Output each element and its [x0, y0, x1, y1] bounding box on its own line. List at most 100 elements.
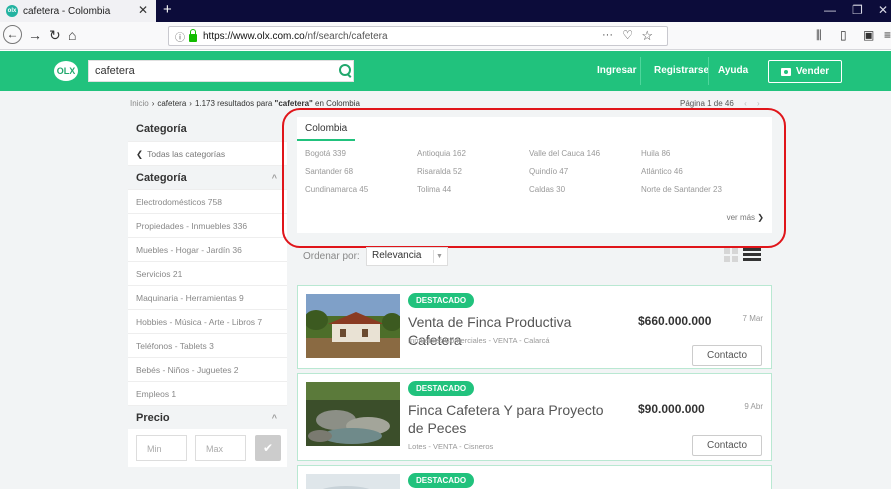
help-link[interactable]: Ayuda	[718, 65, 748, 76]
breadcrumb-arrow-icon: ›	[189, 99, 192, 108]
listing-price: $90.000.000	[638, 402, 705, 416]
sidebar-item-category[interactable]: Muebles - Hogar - Jardín 36	[128, 237, 287, 261]
sort-select[interactable]: Relevancia ▼	[366, 247, 448, 266]
listing-meta: Lotes - VENTA - Cisneros	[408, 442, 494, 451]
check-icon: ✔	[262, 441, 274, 455]
listing-card[interactable]: DESTACADO	[297, 465, 772, 489]
screenshot-icon[interactable]: ▣	[863, 28, 874, 42]
listing-title[interactable]: Finca Cafetera Y para Proyecto de Peces	[408, 401, 618, 437]
home-icon[interactable]: ⌂	[68, 27, 76, 43]
pagination: Página 1 de 46 ‹ ›	[680, 99, 760, 108]
category-heading: Categoría	[128, 117, 287, 141]
sidebar-item-category[interactable]: Empleos 1	[128, 381, 287, 405]
header-divider	[708, 57, 709, 85]
page-actions-icon[interactable]: ···	[602, 29, 613, 41]
sidebar-item-category[interactable]: Electrodomésticos 758	[128, 189, 287, 213]
collapse-caret-icon[interactable]: ^	[272, 413, 277, 423]
sidebar-icon[interactable]: ▯	[840, 28, 847, 42]
listing-date: 9 Abr	[744, 402, 763, 411]
sidebar-item-category[interactable]: Bebés - Niños - Juguetes 2	[128, 357, 287, 381]
max-price-input[interactable]: Max	[195, 435, 246, 461]
contact-button[interactable]: Contacto	[692, 345, 762, 366]
page-indicator: Página 1 de 46	[680, 99, 734, 108]
forward-icon[interactable]: →	[28, 27, 42, 43]
grid-view-icon[interactable]	[724, 248, 738, 262]
url-domain: https://www.olx.com.co	[203, 30, 305, 42]
bookmark-star-icon[interactable]: ☆	[641, 28, 653, 44]
tab-title: cafetera - Colombia	[23, 5, 111, 17]
next-page-icon[interactable]: ›	[757, 99, 760, 108]
url-path: /nf/search/cafetera	[304, 30, 388, 42]
back-icon[interactable]: ←	[3, 25, 22, 44]
listing-photo[interactable]	[306, 294, 400, 358]
pocket-icon[interactable]: ♡	[622, 28, 633, 42]
close-tab-icon[interactable]: ✕	[138, 3, 148, 17]
featured-badge: DESTACADO	[408, 293, 475, 308]
sort-label: Ordenar por:	[303, 251, 360, 262]
chevron-down-icon: ▼	[433, 250, 445, 263]
browser-toolbar: ← → ↻ ⌂ ⓘ https://www.olx.com.co/nf/sear…	[0, 22, 891, 50]
sidebar-item-category[interactable]: Propiedades - Inmuebles 336	[128, 213, 287, 237]
listing-card[interactable]: DESTACADO Finca Cafetera Y para Proyecto…	[297, 373, 772, 461]
listing-photo[interactable]	[306, 382, 400, 446]
url-bar[interactable]: ⓘ https://www.olx.com.co/nf/search/cafet…	[168, 26, 668, 46]
login-link[interactable]: Ingresar	[597, 65, 636, 76]
apply-price-button[interactable]: ✔	[255, 435, 281, 461]
new-tab-icon[interactable]: +	[163, 1, 172, 18]
site-header: OLX cafetera Ingresar Registrarse Ayuda …	[0, 51, 891, 91]
restore-icon[interactable]: ❐	[852, 3, 863, 17]
info-icon[interactable]: ⓘ	[175, 29, 185, 44]
category-filter-heading[interactable]: Categoría ^	[128, 165, 287, 189]
sidebar-item-category[interactable]: Teléfonos - Tablets 3	[128, 333, 287, 357]
price-filter-title: Precio	[136, 412, 170, 424]
sell-button[interactable]: Vender	[768, 60, 842, 83]
collapse-caret-icon[interactable]: ^	[272, 173, 277, 183]
listing-date: 7 Mar	[742, 314, 763, 323]
menu-icon[interactable]: ≡	[884, 28, 891, 42]
contact-button[interactable]: Contacto	[692, 435, 762, 456]
olx-logo[interactable]: OLX	[54, 61, 78, 81]
filters-sidebar: Categoría ❮ Todas las categorías Categorí…	[128, 117, 287, 467]
sidebar-item-category[interactable]: Maquinaria - Herramientas 9	[128, 285, 287, 309]
listing-card[interactable]: DESTACADO Venta de Finca Productiva Cafe…	[297, 285, 772, 369]
listing-photo[interactable]	[306, 474, 400, 489]
register-link[interactable]: Registrarse	[654, 65, 709, 76]
highlight-annotation	[282, 108, 786, 248]
category-filter-title: Categoría	[136, 172, 187, 184]
breadcrumb-category[interactable]: cafetera	[157, 99, 186, 108]
price-filter-heading[interactable]: Precio ^	[128, 405, 287, 429]
sell-label: Vender	[795, 66, 830, 77]
back-chevron-icon: ❮	[136, 149, 144, 159]
all-categories-link[interactable]: ❮ Todas las categorías	[128, 141, 287, 165]
sidebar-item-category[interactable]: Servicios 21	[128, 261, 287, 285]
sort-value: Relevancia	[372, 250, 422, 261]
header-divider	[640, 57, 641, 85]
browser-tab[interactable]: olx cafetera - Colombia ✕	[0, 0, 156, 22]
lock-icon	[189, 28, 197, 42]
breadcrumb: Inicio › cafetera › 1.173 resultados para "c…	[130, 99, 360, 108]
prev-page-icon[interactable]: ‹	[744, 99, 747, 108]
url-text: https://www.olx.com.co/nf/search/cafeter…	[203, 31, 388, 42]
listing-meta: Inmuebles Comerciales - VENTA - Calarcá	[408, 336, 550, 345]
search-input[interactable]: cafetera	[88, 60, 354, 82]
minimize-icon[interactable]: —	[824, 3, 836, 17]
camera-icon	[780, 67, 791, 76]
list-view-icon[interactable]	[743, 248, 761, 262]
results-location: en Colombia	[312, 99, 360, 108]
sidebar-item-category[interactable]: Hobbies - Música - Arte - Libros 7	[128, 309, 287, 333]
search-icon[interactable]	[334, 61, 354, 81]
price-range: Min Max ✔	[128, 429, 287, 467]
min-price-input[interactable]: Min	[136, 435, 187, 461]
browser-tab-strip: olx cafetera - Colombia ✕ + — ❐ ✕	[0, 0, 891, 22]
all-categories-label: Todas las categorías	[147, 149, 226, 159]
listing-price: $660.000.000	[638, 314, 712, 328]
featured-badge: DESTACADO	[408, 381, 475, 396]
breadcrumb-home[interactable]: Inicio	[130, 99, 149, 108]
breadcrumb-arrow-icon: ›	[151, 99, 155, 108]
reload-icon[interactable]: ↻	[49, 27, 61, 44]
featured-badge: DESTACADO	[408, 473, 475, 488]
olx-favicon-icon: olx	[6, 5, 18, 17]
results-query: "cafetera"	[274, 99, 313, 108]
close-window-icon[interactable]: ✕	[878, 3, 888, 17]
library-icon[interactable]: ⫼	[816, 28, 822, 43]
